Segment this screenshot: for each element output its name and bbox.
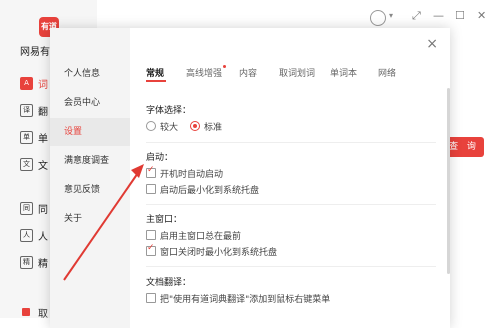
document-icon: 文 xyxy=(20,158,33,171)
app-nav-label: 精 xyxy=(38,259,48,270)
option-label: 较大 xyxy=(160,123,179,133)
startup-section-title: 启动： xyxy=(146,153,174,163)
settings-nav-settings[interactable]: 设置 xyxy=(50,118,130,146)
scrollbar[interactable] xyxy=(447,88,450,274)
startup-minimize-option[interactable]: 启动后最小化到系统托盘 xyxy=(146,182,346,196)
human-translate-icon: 人 xyxy=(20,229,33,242)
new-dot-icon xyxy=(223,65,226,68)
font-section-title: 字体选择： xyxy=(146,106,192,116)
main-window-section-title: 主窗口： xyxy=(146,215,183,225)
radio-button-selected[interactable] xyxy=(190,121,200,131)
dictionary-icon: A xyxy=(20,77,33,90)
divider xyxy=(146,142,436,143)
startup-autostart-option[interactable]: 开机时自动启动 xyxy=(146,165,346,180)
close-icon[interactable]: × xyxy=(426,36,438,52)
settings-content: 字体选择： 较大 标准 启动： 开机时自动启动 启动后最小化到系统托盘 主窗口：… xyxy=(146,86,436,328)
app-nav-label: 同 xyxy=(38,205,48,216)
app-name: 网易有 xyxy=(20,47,50,58)
tab-wordbook[interactable]: 单词本 xyxy=(330,66,357,79)
option-label: 标准 xyxy=(204,123,223,133)
main-window-topmost-option[interactable]: 启用主窗口总在最前 xyxy=(146,228,346,242)
tab-label: 高线增强 xyxy=(186,69,223,79)
premium-icon: 精 xyxy=(20,256,33,269)
checkbox[interactable] xyxy=(146,293,156,303)
main-window-close-minimize-option[interactable]: 窗口关闭时最小化到系统托盘 xyxy=(146,243,346,258)
minimize-icon[interactable]: — xyxy=(433,9,444,22)
avatar[interactable] xyxy=(370,10,386,26)
tab-offline[interactable]: 高线增强 xyxy=(186,65,226,79)
active-tab-indicator xyxy=(146,80,166,82)
settings-nav-survey[interactable]: 满意度调查 xyxy=(50,147,130,175)
tab-general[interactable]: 常规 xyxy=(146,66,166,82)
tab-content[interactable]: 内容 xyxy=(239,66,257,79)
close-window-icon[interactable]: ✕ xyxy=(477,9,486,22)
settings-nav-about[interactable]: 关于 xyxy=(50,205,130,233)
translate-icon: 译 xyxy=(20,104,33,117)
app-nav-label: 单 xyxy=(38,134,48,145)
tab-word-pick[interactable]: 取词划词 xyxy=(279,66,315,79)
option-label: 把"使用有道词典翻译"添加到鼠标右键菜单 xyxy=(160,295,331,305)
checkbox[interactable] xyxy=(146,184,156,194)
query-button[interactable]: 查 询 xyxy=(444,137,484,157)
doc-translate-section-title: 文档翻译： xyxy=(146,278,192,288)
checkbox-checked[interactable] xyxy=(146,243,156,256)
settings-nav-membership[interactable]: 会员中心 xyxy=(50,89,130,117)
option-label: 窗口关闭时最小化到系统托盘 xyxy=(160,248,278,258)
maximize-icon[interactable]: ☐ xyxy=(455,9,465,22)
divider xyxy=(146,204,436,205)
tab-network[interactable]: 网络 xyxy=(378,66,396,79)
doc-translate-context-menu-option[interactable]: 把"使用有道词典翻译"添加到鼠标右键菜单 xyxy=(146,291,406,305)
app-nav-label: 词 xyxy=(38,80,48,91)
app-nav-label: 文 xyxy=(38,161,48,172)
option-label: 启动后最小化到系统托盘 xyxy=(160,186,260,196)
sync-icon: 同 xyxy=(20,202,33,215)
font-option-standard[interactable]: 标准 xyxy=(190,119,240,133)
settings-nav-profile[interactable]: 个人信息 xyxy=(50,60,130,88)
bottom-checkbox[interactable] xyxy=(22,308,30,316)
tab-label: 常规 xyxy=(146,69,165,79)
option-label: 启用主窗口总在最前 xyxy=(160,232,242,242)
mini-mode-icon[interactable]: ⤢ xyxy=(412,9,421,23)
settings-nav: 个人信息 会员中心 设置 满意度调查 意见反馈 关于 xyxy=(50,28,130,328)
radio-button[interactable] xyxy=(146,121,156,131)
checkbox[interactable] xyxy=(146,230,156,240)
checkbox-checked[interactable] xyxy=(146,165,156,178)
app-nav-label: 翻 xyxy=(38,107,48,118)
divider xyxy=(146,266,436,267)
settings-dialog: × 个人信息 会员中心 设置 满意度调查 意见反馈 关于 常规 高线增强 内容 … xyxy=(50,28,450,328)
app-nav-label: 人 xyxy=(38,232,48,243)
option-label: 开机时自动启动 xyxy=(160,170,224,180)
settings-nav-feedback[interactable]: 意见反馈 xyxy=(50,176,130,204)
wordbook-icon: 单 xyxy=(20,131,33,144)
font-option-large[interactable]: 较大 xyxy=(146,119,196,133)
chevron-down-icon[interactable]: ▾ xyxy=(389,11,393,20)
